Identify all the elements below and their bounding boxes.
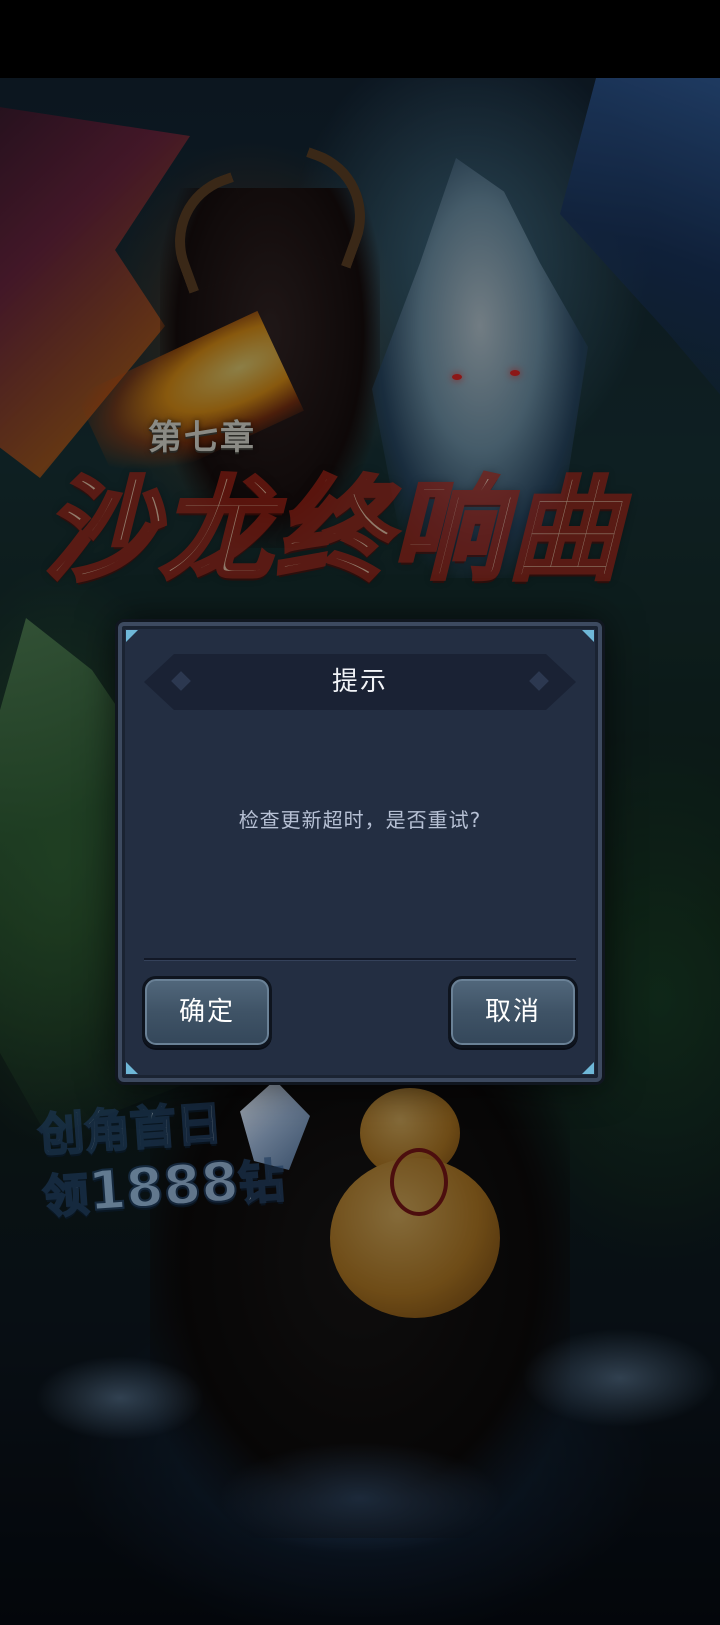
dialog-title-bar: 提示 xyxy=(144,654,576,710)
cancel-button[interactable]: 取消 xyxy=(448,976,578,1048)
dialog-title: 提示 xyxy=(331,667,388,697)
modal-overlay: 提示 检查更新超时，是否重试? 确定 取消 xyxy=(0,0,720,1625)
confirm-button[interactable]: 确定 xyxy=(142,976,272,1048)
dialog-message: 检查更新超时，是否重试? xyxy=(238,808,482,832)
corner-ornament-icon xyxy=(126,630,138,642)
corner-ornament-icon xyxy=(126,1062,138,1074)
corner-ornament-icon xyxy=(582,1062,594,1074)
dialog-divider xyxy=(144,958,576,960)
update-timeout-dialog: 提示 检查更新超时，是否重试? 确定 取消 xyxy=(118,622,602,1082)
corner-ornament-icon xyxy=(582,630,594,642)
